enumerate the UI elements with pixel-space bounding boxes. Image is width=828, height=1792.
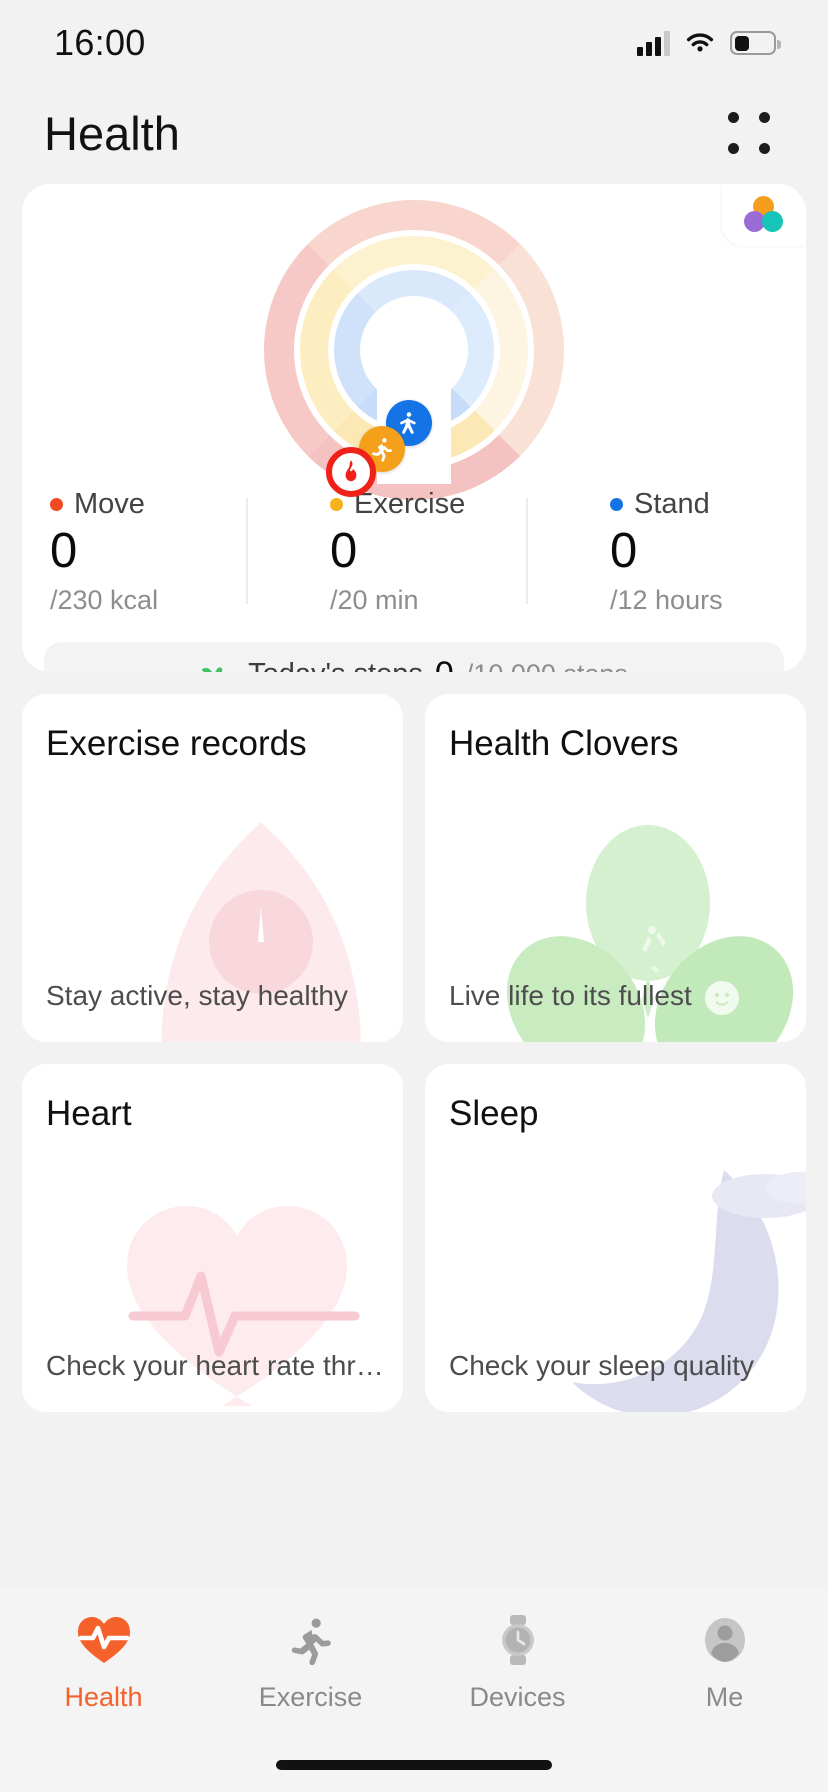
tile-title: Sleep [449,1094,539,1133]
todays-steps-pill[interactable]: Today's steps 0 /10.000 steps [44,642,784,672]
tab-label: Exercise [258,1682,363,1712]
home-indicator [276,1760,552,1770]
stat-stand-value: 0 [610,524,638,578]
stat-stand-goal: /12 hours [610,585,723,615]
watch-icon [501,1615,534,1665]
running-person-icon [291,1618,331,1666]
tile-subtitle: Check your heart rate thr… [46,1350,384,1381]
tile-exercise-records[interactable]: Exercise records Stay active, stay healt… [22,694,403,1042]
stat-exercise-value: 0 [330,524,358,578]
tab-exercise[interactable]: Exercise [207,1614,414,1713]
grid-dots-menu-icon[interactable] [718,102,780,164]
battery-icon [730,31,781,55]
tile-title: Exercise records [46,724,307,763]
tab-label: Me [705,1682,744,1712]
tab-me[interactable]: Me [621,1614,828,1713]
running-shoe-icon [201,667,223,672]
stat-move[interactable]: Move 0 /230 kcal [22,488,246,616]
activity-rings-card[interactable]: Move 0 /230 kcal Exercise 0 /20 min Stan… [22,184,806,672]
flame-icon [326,447,376,497]
feature-tiles-grid: Exercise records Stay active, stay healt… [22,694,806,1412]
stat-exercise-name: Exercise [354,488,466,520]
stat-exercise[interactable]: Exercise 0 /20 min [246,488,526,616]
tile-heart[interactable]: Heart Check your heart rate thr… [22,1064,403,1412]
steps-goal: /10.000 steps [466,659,628,673]
activity-stats-row: Move 0 /230 kcal Exercise 0 /20 min Stan… [22,488,806,616]
stat-move-name: Move [74,488,145,520]
signal-bars-icon [637,30,670,56]
status-bar: 16:00 [0,0,828,86]
steps-value: 0 [435,655,454,673]
wifi-icon [686,33,714,52]
app-header: Health [0,86,828,180]
stat-exercise-goal: /20 min [330,585,419,615]
activity-rings-graphic [264,200,564,500]
tile-health-clovers[interactable]: Health Clovers Live life to its fullest [425,694,806,1042]
tab-health[interactable]: Health [0,1614,207,1713]
status-icons [637,30,781,56]
tile-sleep[interactable]: Sleep Check your sleep quality [425,1064,806,1412]
tab-label: Health [64,1682,143,1712]
stat-stand-label-row: Stand [610,488,806,521]
stat-stand[interactable]: Stand 0 /12 hours [526,488,806,616]
tile-title: Heart [46,1094,132,1133]
steps-label: Today's steps [248,658,423,673]
health-clover-icon[interactable] [722,184,806,246]
stat-move-goal: /230 kcal [50,585,159,615]
person-avatar-icon [704,1618,745,1662]
tab-devices[interactable]: Devices [414,1614,621,1713]
status-clock: 16:00 [54,22,146,63]
tab-label: Devices [469,1682,566,1712]
bottom-tab-bar: Health Exercise Devices Me [0,1588,828,1792]
stat-move-label-row: Move [50,488,246,521]
tile-title: Health Clovers [449,724,679,763]
tile-subtitle: Check your sleep quality [449,1350,755,1381]
page-title: Health [44,106,180,160]
heart-pulse-icon [77,1617,130,1663]
tile-subtitle: Live life to its fullest [449,980,692,1011]
stat-stand-name: Stand [634,488,710,520]
stat-move-value: 0 [50,524,78,578]
tile-subtitle: Stay active, stay healthy [46,980,348,1011]
